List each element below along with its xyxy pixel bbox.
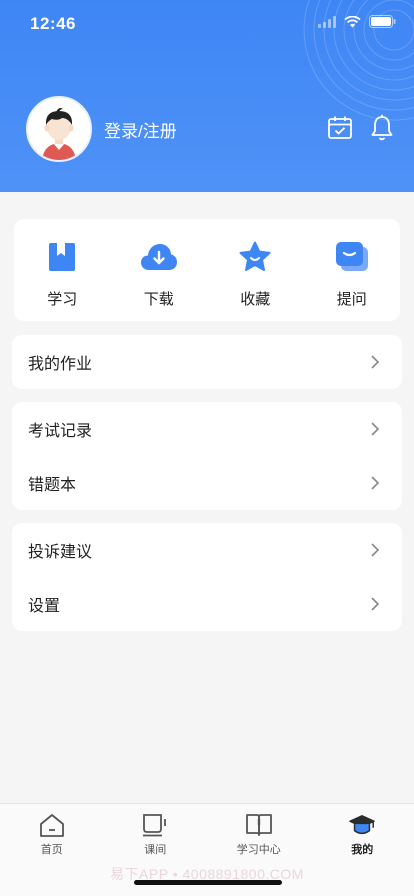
bookmark-book-icon — [49, 243, 76, 271]
quick-action-label: 收藏 — [240, 291, 271, 308]
coffee-cup-icon — [143, 814, 167, 837]
cellular-signal-icon — [318, 15, 336, 28]
profile-header: 12:46 登录/注册 — [0, 0, 414, 192]
open-book-icon — [245, 814, 272, 836]
quick-action-label: 学习 — [47, 291, 78, 308]
cloud-download-icon — [140, 244, 177, 270]
chevron-right-icon — [371, 543, 380, 557]
avatar[interactable] — [26, 96, 92, 162]
quick-action-ask[interactable]: 提问 — [304, 219, 401, 321]
wifi-icon — [344, 15, 361, 27]
star-icon — [239, 241, 271, 271]
quick-action-label: 提问 — [336, 291, 367, 308]
chevron-right-icon — [371, 597, 380, 611]
chevron-right-icon — [371, 355, 380, 369]
quick-action-study[interactable]: 学习 — [14, 219, 111, 321]
quick-action-favorites[interactable]: 收藏 — [207, 219, 304, 321]
menu-item-exam-records[interactable]: 考试记录 — [12, 402, 402, 456]
chat-bubble-icon — [335, 242, 368, 271]
quick-actions-card: 学习 下载 收藏 提问 — [14, 219, 400, 321]
menu-group-settings: 投诉建议 设置 — [12, 523, 402, 631]
tab-mine[interactable]: 我的 — [311, 804, 414, 860]
menu-item-label: 考试记录 — [28, 423, 93, 440]
menu-item-wrong-questions[interactable]: 错题本 — [12, 456, 402, 510]
menu-item-feedback[interactable]: 投诉建议 — [12, 523, 402, 577]
menu-group-homework: 我的作业 — [12, 335, 402, 389]
chevron-right-icon — [371, 476, 380, 490]
home-icon — [39, 814, 64, 837]
battery-icon — [369, 15, 396, 28]
tab-break[interactable]: 课间 — [104, 804, 208, 860]
tab-label: 首页 — [40, 844, 63, 856]
chevron-right-icon — [371, 422, 380, 436]
menu-item-label: 设置 — [28, 598, 61, 615]
menu-group-exams: 考试记录 错题本 — [12, 402, 402, 510]
home-indicator[interactable] — [134, 880, 282, 885]
quick-action-label: 下载 — [143, 291, 174, 308]
status-time: 12:46 — [30, 14, 76, 33]
calendar-check-icon — [328, 116, 352, 139]
menu-item-my-homework[interactable]: 我的作业 — [12, 335, 402, 389]
tab-label: 我的 — [351, 844, 374, 856]
menu-item-settings[interactable]: 设置 — [12, 577, 402, 631]
tab-label: 学习中心 — [236, 844, 281, 856]
menu-item-label: 错题本 — [28, 477, 77, 494]
notifications-button[interactable] — [368, 114, 396, 142]
status-bar: 12:46 — [0, 0, 414, 48]
login-register-link[interactable]: 登录/注册 — [104, 117, 177, 142]
tab-home[interactable]: 首页 — [0, 804, 104, 860]
graduation-cap-icon — [349, 815, 376, 835]
tab-label: 课间 — [144, 844, 167, 856]
boy-avatar-icon — [28, 98, 90, 160]
quick-action-download[interactable]: 下载 — [111, 219, 208, 321]
calendar-checkin-button[interactable] — [326, 114, 354, 142]
tab-study-center[interactable]: 学习中心 — [207, 804, 311, 860]
bell-icon — [371, 114, 393, 141]
profile-section[interactable]: 登录/注册 — [26, 96, 177, 162]
menu-item-label: 投诉建议 — [28, 544, 93, 561]
menu-item-label: 我的作业 — [28, 356, 93, 373]
